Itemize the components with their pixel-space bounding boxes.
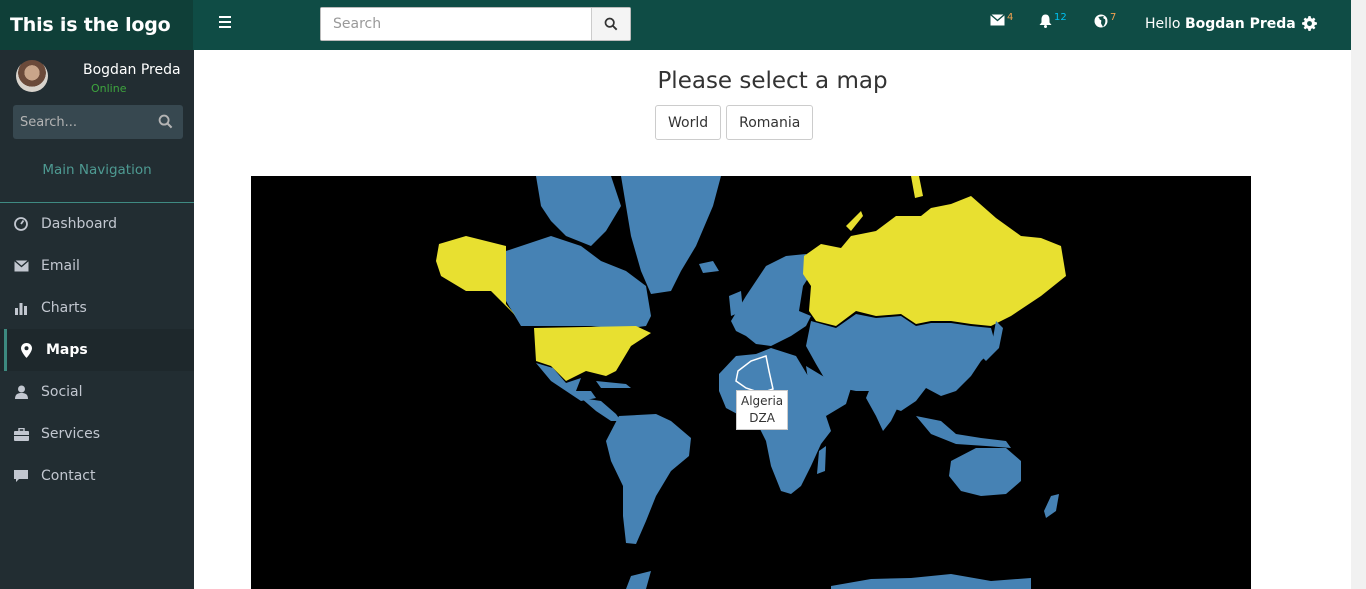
sidebar-item-label: Services (41, 426, 101, 442)
sidebar-item-dashboard[interactable]: Dashboard (0, 203, 194, 245)
sidebar-item-social[interactable]: Social (0, 371, 194, 413)
search-icon[interactable] (158, 114, 173, 133)
user-name: Bogdan Preda (83, 62, 181, 78)
mail-count: 4 (1007, 12, 1014, 23)
country-australia[interactable] (949, 448, 1021, 496)
search-button[interactable] (591, 8, 630, 40)
comment-icon (12, 467, 30, 485)
envelope-icon (990, 14, 1005, 26)
bell-count: 12 (1054, 12, 1067, 23)
country-iceland[interactable] (699, 261, 719, 273)
user-greeting[interactable]: Hello Bogdan Preda (1145, 16, 1296, 32)
country-india[interactable] (866, 386, 901, 431)
sidebar-item-label: Social (41, 384, 83, 400)
country-madagascar[interactable] (817, 446, 826, 474)
tooltip-country-name: Algeria (741, 394, 784, 408)
sidebar-item-label: Charts (41, 300, 87, 316)
page-scrollbar[interactable] (1351, 0, 1366, 589)
romania-map-button[interactable]: Romania (726, 105, 814, 140)
logo[interactable]: This is the logo (0, 0, 194, 50)
avatar (16, 60, 48, 92)
country-tooltip: Algeria DZA (736, 390, 789, 430)
sidebar-item-email[interactable]: Email (0, 245, 194, 287)
sidebar-item-label: Contact (41, 468, 96, 484)
mail-notification[interactable]: 4 (990, 12, 1014, 26)
tooltip-country-code: DZA (749, 411, 775, 425)
country-cuba[interactable] (596, 381, 631, 388)
briefcase-icon (12, 425, 30, 443)
sidebar: This is the logo Bogdan Preda Online Mai… (0, 0, 194, 589)
user-icon (12, 383, 30, 401)
header-search (320, 7, 631, 41)
bar-chart-icon (12, 299, 30, 317)
country-greenland[interactable] (621, 176, 721, 294)
map-marker-icon (17, 341, 35, 359)
sidebar-item-label: Maps (46, 342, 88, 358)
header-user-name: Bogdan Preda (1184, 16, 1296, 32)
bell-icon (1039, 14, 1052, 28)
bell-notification[interactable]: 12 (1039, 12, 1067, 28)
nav-header: Main Navigation (42, 162, 152, 178)
sidebar-search-input[interactable] (13, 105, 143, 139)
logo-text[interactable]: This is the logo (10, 14, 171, 36)
user-panel: Bogdan Preda Online (0, 50, 194, 105)
user-status: Online (91, 82, 127, 95)
region-europe[interactable] (731, 254, 816, 346)
page-title: Please select a map (657, 68, 888, 94)
region-indonesia[interactable] (916, 416, 1011, 448)
header-search-input[interactable] (321, 8, 591, 40)
country-canada-islands[interactable] (536, 176, 621, 246)
globe-icon (1094, 14, 1108, 28)
sidebar-item-maps[interactable]: Maps (0, 329, 194, 371)
world-map-svg (436, 176, 1066, 589)
globe-notification[interactable]: 7 (1094, 12, 1117, 28)
country-new-zealand[interactable] (1044, 494, 1059, 518)
country-russia[interactable] (803, 196, 1066, 326)
gear-icon[interactable] (1302, 16, 1317, 35)
world-map-button[interactable]: World (655, 105, 722, 140)
sidebar-item-services[interactable]: Services (0, 413, 194, 455)
search-icon (604, 17, 618, 31)
dashboard-icon (12, 215, 30, 233)
envelope-icon (12, 257, 30, 275)
country-central-america[interactable] (581, 398, 621, 421)
sidebar-search (13, 105, 183, 139)
country-canada[interactable] (506, 236, 651, 329)
sidebar-item-contact[interactable]: Contact (0, 455, 194, 497)
nav-list: Dashboard Email Charts Maps Social Servi… (0, 203, 194, 497)
greeting-text: Hello (1145, 16, 1181, 32)
map-selector: World Romania (655, 105, 814, 140)
globe-count: 7 (1110, 12, 1117, 23)
world-map[interactable]: Algeria DZA (251, 176, 1251, 589)
sidebar-item-charts[interactable]: Charts (0, 287, 194, 329)
sidebar-item-label: Email (41, 258, 80, 274)
region-antarctica[interactable] (626, 571, 1031, 589)
sidebar-item-label: Dashboard (41, 216, 117, 232)
top-navbar: 4 12 7 Hello Bogdan Preda (193, 0, 1351, 50)
country-south-america[interactable] (606, 414, 691, 544)
menu-toggle-icon[interactable] (219, 16, 231, 28)
country-usa-alaska[interactable] (436, 236, 516, 316)
